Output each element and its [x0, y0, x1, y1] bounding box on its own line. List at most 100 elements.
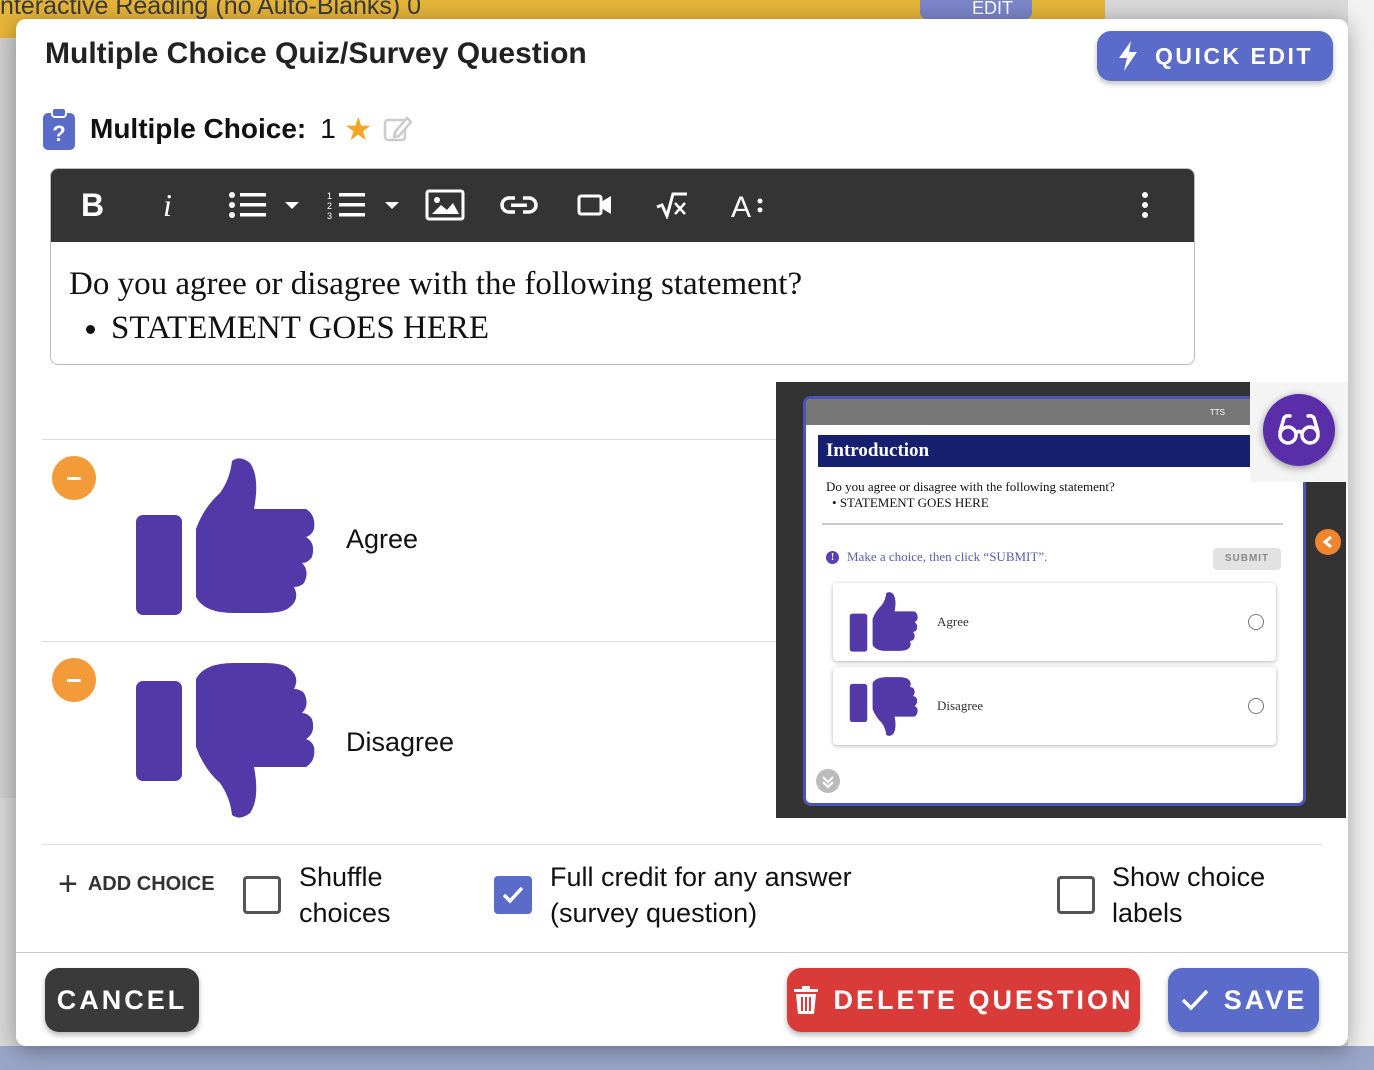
- preview-frame: TTS Introduction Do you agree or disagre…: [803, 396, 1306, 806]
- link-icon: [500, 196, 538, 214]
- question-text: Do you agree or disagree with the follow…: [69, 266, 803, 302]
- svg-text:2: 2: [327, 201, 332, 211]
- background-bottom-images: [0, 1046, 1374, 1070]
- delete-question-button[interactable]: DELETE QUESTION: [787, 968, 1140, 1032]
- background-left-content: [0, 38, 16, 798]
- preview-question: Do you agree or disagree with the follow…: [826, 479, 1303, 511]
- background-right-margin: [1348, 0, 1374, 1070]
- edit-points-icon[interactable]: [383, 114, 413, 144]
- preview-collapse-button[interactable]: [1315, 529, 1341, 555]
- show-labels-line1: Show choice: [1112, 862, 1266, 892]
- bold-icon: B: [81, 186, 105, 223]
- image-icon: [425, 189, 465, 221]
- full-credit-line1: Full credit for any answer: [550, 862, 852, 892]
- svg-text:?: ?: [52, 121, 65, 146]
- shuffle-line1: Shuffle: [299, 862, 383, 892]
- choice-label: Agree: [346, 524, 419, 554]
- statement-bullet: STATEMENT GOES HERE: [111, 306, 1176, 350]
- thumbs-down-icon: [849, 677, 918, 736]
- minus-icon: [67, 678, 81, 682]
- save-button[interactable]: SAVE: [1168, 968, 1319, 1032]
- add-choice-label: ADD CHOICE: [87, 872, 215, 895]
- preview-hint: ! Make a choice, then click “SUBMIT”.: [826, 549, 1047, 565]
- check-icon: [1181, 989, 1209, 1011]
- info-icon: !: [826, 550, 839, 564]
- preview-topbar: TTS: [806, 399, 1303, 425]
- preview-question-text: Do you agree or disagree with the follow…: [826, 479, 1115, 494]
- remove-choice-button[interactable]: [52, 658, 96, 702]
- full-credit-label: Full credit for any answer (survey quest…: [550, 859, 852, 931]
- choice-divider: [42, 439, 776, 440]
- show-labels-line2: labels: [1112, 898, 1183, 928]
- thumbs-down-icon: [136, 663, 315, 818]
- bulleted-list-icon: [229, 192, 299, 218]
- question-text-editor[interactable]: B i 1 2 3 A Do you agree or disagree wit…: [50, 168, 1195, 365]
- bulleted-list-button[interactable]: [227, 187, 303, 223]
- save-label: SAVE: [1223, 984, 1308, 1015]
- glasses-icon: [1278, 414, 1320, 445]
- question-type-label: Multiple Choice:: [90, 113, 307, 144]
- reader-view-button[interactable]: [1263, 394, 1335, 466]
- video-icon: [577, 194, 611, 216]
- insert-video-button[interactable]: [577, 187, 613, 223]
- tts-label[interactable]: TTS: [1210, 408, 1225, 417]
- italic-icon: i: [163, 186, 172, 223]
- insert-math-button[interactable]: [655, 187, 689, 223]
- bold-button[interactable]: B: [81, 187, 104, 223]
- star-icon: ★: [343, 111, 373, 147]
- preview-choice-label: Agree: [937, 614, 969, 629]
- cancel-label: CANCEL: [56, 984, 188, 1015]
- question-editor-modal: Multiple Choice Quiz/Survey Question QUI…: [16, 19, 1348, 1046]
- svg-text:3: 3: [327, 211, 332, 220]
- scroll-down-icon[interactable]: [816, 769, 840, 793]
- question-type-row: ? Multiple Choice: 1 ★: [42, 107, 413, 151]
- insert-image-button[interactable]: [425, 187, 465, 223]
- quick-edit-button[interactable]: QUICK EDIT: [1097, 31, 1333, 81]
- background-title: nteractive Reading (no Auto-Blanks) 0: [0, 0, 422, 20]
- insert-link-button[interactable]: [499, 187, 539, 223]
- cancel-button[interactable]: CANCEL: [45, 968, 199, 1032]
- svg-text:1: 1: [327, 191, 332, 201]
- choice-divider: [42, 641, 776, 642]
- chevron-left-icon: [1322, 535, 1332, 549]
- shuffle-choices-label: Shuffle choices: [299, 859, 391, 931]
- plus-icon: +: [58, 865, 78, 903]
- preview-bullet: • STATEMENT GOES HERE: [832, 495, 989, 510]
- text-style-button[interactable]: A: [731, 187, 767, 223]
- text-style-icon: A: [731, 191, 763, 220]
- thumbs-up-icon: [849, 592, 918, 652]
- preview-hint-text: Make a choice, then click “SUBMIT”.: [847, 549, 1048, 564]
- background-edit-button: EDIT: [920, 0, 1032, 20]
- full-credit-checkbox[interactable]: [494, 876, 532, 914]
- shuffle-choices-checkbox[interactable]: [243, 876, 281, 914]
- more-icon: [1142, 192, 1148, 218]
- options-divider: [42, 844, 1322, 845]
- preview-radio[interactable]: [1248, 614, 1264, 630]
- math-icon: [656, 192, 687, 219]
- thumbs-up-icon: [136, 458, 315, 615]
- editor-content[interactable]: Do you agree or disagree with the follow…: [51, 242, 1194, 364]
- minus-icon: [67, 476, 81, 480]
- preview-choice-label: Disagree: [937, 698, 984, 713]
- preview-choice-card[interactable]: Agree: [833, 583, 1276, 661]
- preview-divider: [822, 523, 1283, 525]
- numbered-list-button[interactable]: 1 2 3: [327, 187, 403, 223]
- add-choice-button[interactable]: + ADD CHOICE: [58, 867, 215, 901]
- preview-submit-button[interactable]: SUBMIT: [1213, 548, 1281, 570]
- shuffle-line2: choices: [299, 898, 391, 928]
- modal-title: Multiple Choice Quiz/Survey Question: [45, 37, 587, 70]
- quick-edit-label: QUICK EDIT: [1155, 42, 1313, 69]
- italic-button[interactable]: i: [163, 187, 172, 223]
- remove-choice-button[interactable]: [52, 456, 96, 500]
- preview-choice-card[interactable]: Disagree: [833, 667, 1276, 745]
- svg-text:A: A: [731, 191, 751, 220]
- footer-divider: [16, 952, 1348, 953]
- more-options-button[interactable]: [1139, 187, 1151, 223]
- preview-bullet-text: STATEMENT GOES HERE: [839, 495, 989, 510]
- trash-icon: [794, 986, 819, 1014]
- show-choice-labels-checkbox[interactable]: [1057, 876, 1095, 914]
- delete-label: DELETE QUESTION: [833, 984, 1134, 1015]
- points-value: 1: [320, 113, 336, 144]
- editor-toolbar: B i 1 2 3 A: [51, 169, 1194, 242]
- preview-radio[interactable]: [1248, 698, 1264, 714]
